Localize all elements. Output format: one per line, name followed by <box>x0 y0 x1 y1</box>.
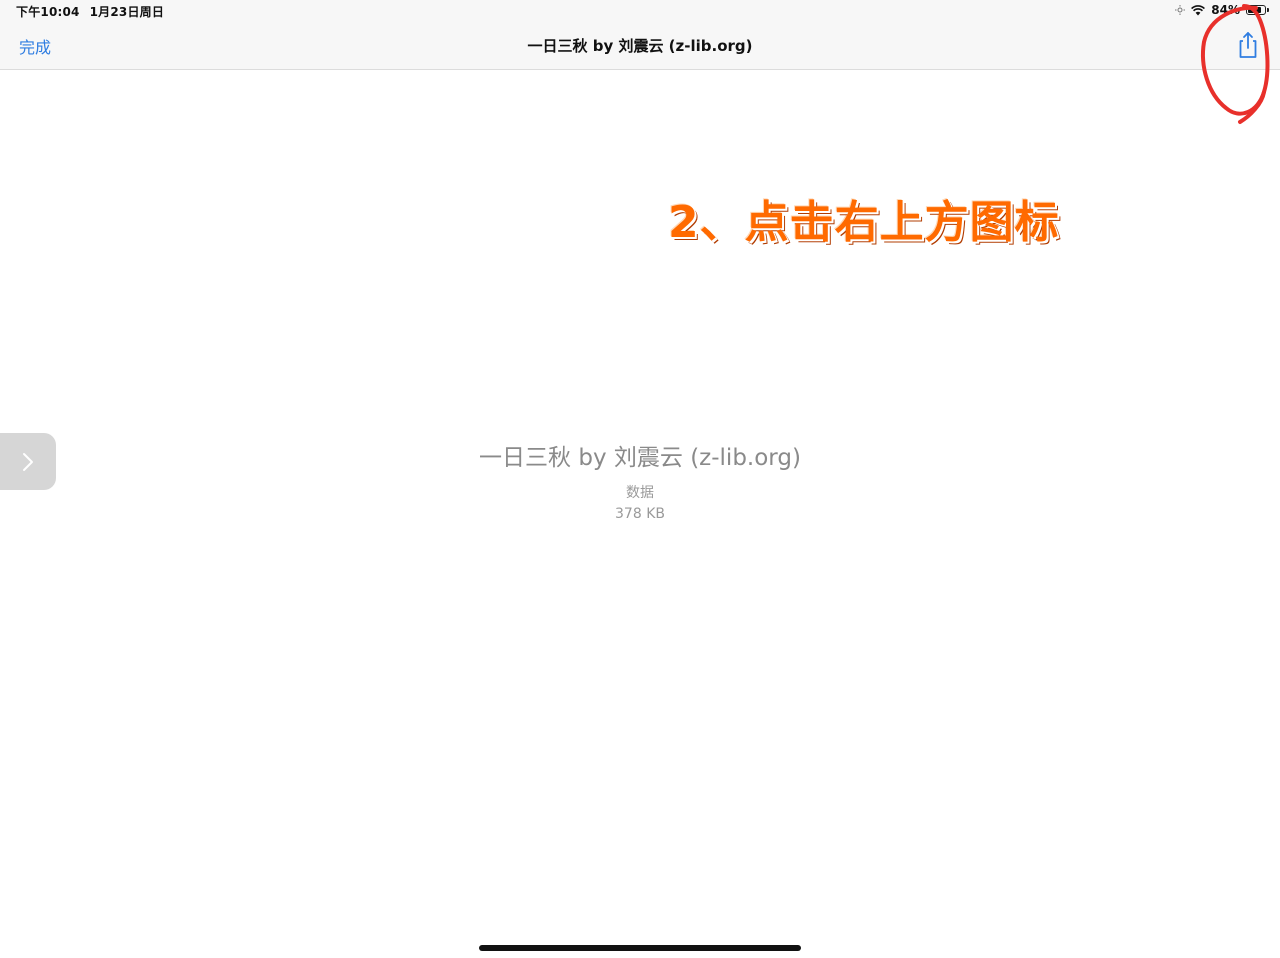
brightness-icon <box>1175 5 1186 15</box>
battery-level <box>1248 7 1261 13</box>
status-left: 下午10:04 1月23日周日 <box>16 3 164 20</box>
navigation-bar: 完成 一日三秋 by 刘震云 (z-lib.org) <box>0 22 1280 70</box>
file-info: 一日三秋 by 刘震云 (z-lib.org) 数据 378 KB <box>0 438 1280 522</box>
file-preview-screen: 下午10:04 1月23日周日 84% 完成 一日三秋 by 刘震云 (z-li… <box>0 0 1280 958</box>
page-title: 一日三秋 by 刘震云 (z-lib.org) <box>527 37 753 55</box>
home-indicator[interactable] <box>479 945 801 951</box>
status-right: 84% <box>1175 3 1269 17</box>
file-name: 一日三秋 by 刘震云 (z-lib.org) <box>479 445 801 471</box>
battery-percent: 84% <box>1211 3 1240 17</box>
wifi-icon <box>1191 4 1206 16</box>
status-time: 下午10:04 <box>16 5 80 19</box>
share-icon <box>1239 32 1257 58</box>
share-button[interactable] <box>1234 30 1262 60</box>
file-kind: 数据 <box>626 485 654 501</box>
file-size: 378 KB <box>615 506 665 522</box>
battery-icon <box>1246 5 1269 15</box>
instruction-annotation: 2、点击右上方图标 <box>668 197 1060 248</box>
status-date: 1月23日周日 <box>89 5 165 19</box>
status-bar: 下午10:04 1月23日周日 84% <box>0 0 1280 22</box>
